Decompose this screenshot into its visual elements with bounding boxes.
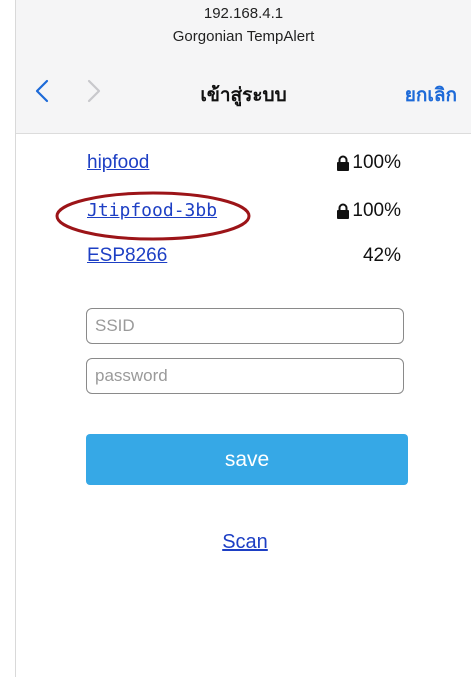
url-address: 192.168.4.1 bbox=[203, 5, 284, 22]
screen: 192.168.4.1 Gorgonian TempAlert เข้าสู่ร… bbox=[0, 0, 471, 677]
lock-icon bbox=[337, 203, 350, 219]
network-ssid-link[interactable]: hipfood bbox=[87, 152, 149, 174]
signal-strength: 100% bbox=[352, 200, 401, 221]
signal-strength: 42% bbox=[362, 245, 401, 266]
network-row-jtipfood-3bb[interactable]: Jtipfood-3bb 100% bbox=[87, 200, 401, 228]
ssid-input[interactable] bbox=[86, 308, 404, 344]
password-input[interactable] bbox=[86, 358, 404, 394]
lock-icon bbox=[337, 155, 350, 171]
save-button[interactable]: save bbox=[86, 434, 408, 485]
captive-portal-header: 192.168.4.1 Gorgonian TempAlert เข้าสู่ร… bbox=[16, 0, 471, 134]
network-ssid-link[interactable]: ESP8266 bbox=[87, 245, 167, 267]
network-signal: 100% bbox=[336, 152, 401, 174]
network-signal: 100% bbox=[336, 200, 401, 222]
network-row-hipfood[interactable]: hipfood 100% bbox=[87, 152, 401, 180]
scan-link[interactable]: Scan bbox=[0, 531, 471, 554]
network-row-esp8266[interactable]: ESP8266 42% bbox=[87, 245, 401, 273]
network-signal: 42% bbox=[363, 245, 401, 267]
signal-strength: 100% bbox=[352, 152, 401, 173]
page-title: เข้าสู่ระบบ bbox=[200, 85, 287, 106]
page-subtitle: Gorgonian TempAlert bbox=[172, 28, 315, 45]
network-ssid-link[interactable]: Jtipfood-3bb bbox=[87, 200, 217, 221]
cancel-button[interactable]: ยกเลิก bbox=[405, 80, 457, 110]
